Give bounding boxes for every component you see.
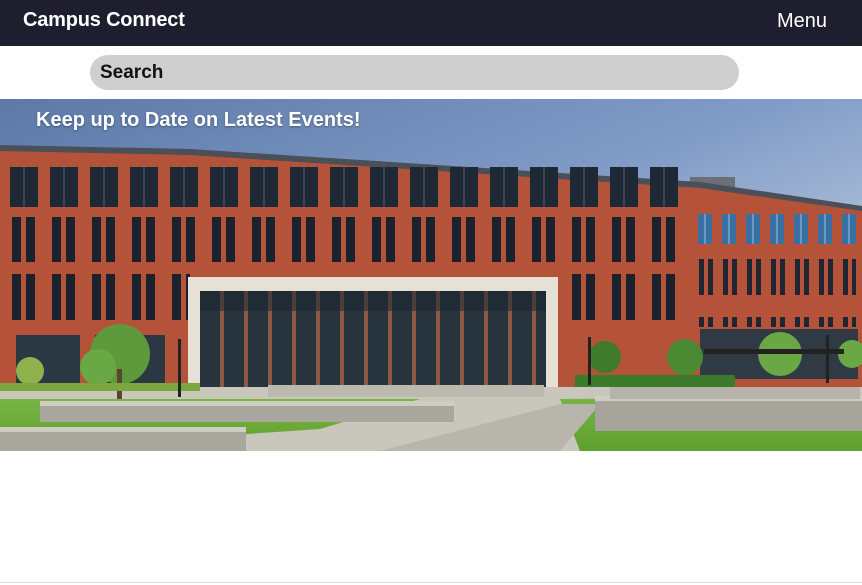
brand-title[interactable]: Campus Connect bbox=[23, 9, 185, 32]
hero-banner: Keep up to Date on Latest Events! bbox=[0, 99, 862, 451]
menu-button[interactable]: Menu bbox=[777, 10, 827, 33]
page: Campus Connect Menu Search Keep up to Da… bbox=[0, 0, 862, 585]
search-input[interactable] bbox=[90, 55, 739, 90]
top-navbar: Campus Connect Menu bbox=[0, 0, 862, 46]
campus-building-photo bbox=[0, 99, 862, 451]
bottom-divider bbox=[0, 582, 862, 583]
search-bar-container bbox=[0, 46, 862, 99]
hero-caption: Keep up to Date on Latest Events! bbox=[36, 109, 361, 131]
